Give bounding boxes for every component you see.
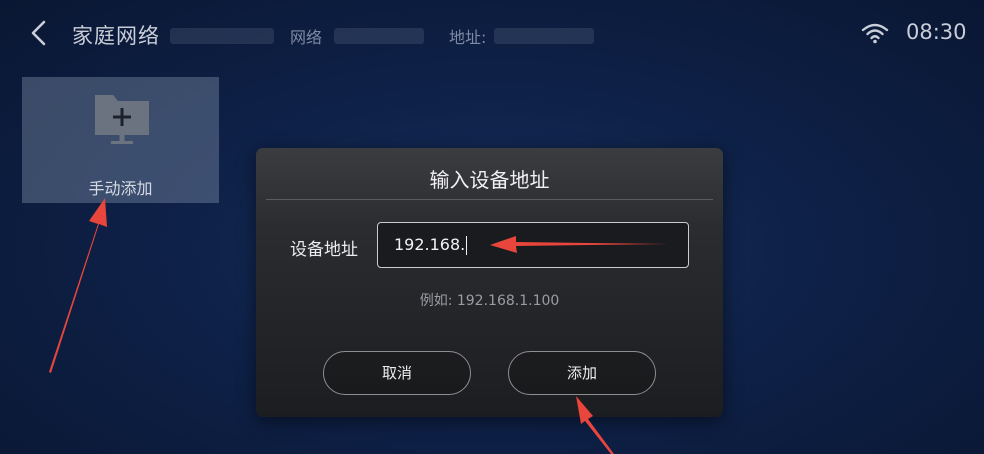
top-bar: 家庭网络 网络 地址: 08:30 (0, 0, 984, 66)
device-address-label: 设备地址 (290, 240, 358, 260)
device-address-value: 192.168. (394, 235, 468, 255)
chevron-left-icon[interactable] (28, 19, 50, 47)
manual-add-label: 手动添加 (88, 179, 153, 198)
address-label: 地址: (449, 28, 487, 47)
clock: 08:30 (906, 20, 967, 44)
dialog-divider (266, 199, 713, 200)
dialog-title: 输入设备地址 (429, 168, 550, 192)
add-button[interactable]: 添加 (508, 351, 656, 395)
redacted-address-value (494, 28, 594, 44)
redacted-network-name (170, 28, 274, 44)
page-title: 家庭网络 (72, 24, 160, 48)
folder-add-icon (95, 95, 149, 144)
device-address-input[interactable]: 192.168. (377, 222, 689, 268)
network-label: 网络 (290, 28, 323, 47)
manual-add-tile[interactable]: 手动添加 (22, 77, 219, 203)
address-hint: 例如: 192.168.1.100 (419, 293, 560, 309)
cancel-button[interactable]: 取消 (323, 351, 471, 395)
text-caret (466, 236, 468, 255)
address-dialog: 输入设备地址 设备地址 192.168. 例如: 192.168.1.100 取… (256, 148, 723, 417)
redacted-network-value (334, 28, 424, 44)
arrow-to-manual-add (49, 198, 107, 373)
wifi-icon (861, 23, 889, 44)
